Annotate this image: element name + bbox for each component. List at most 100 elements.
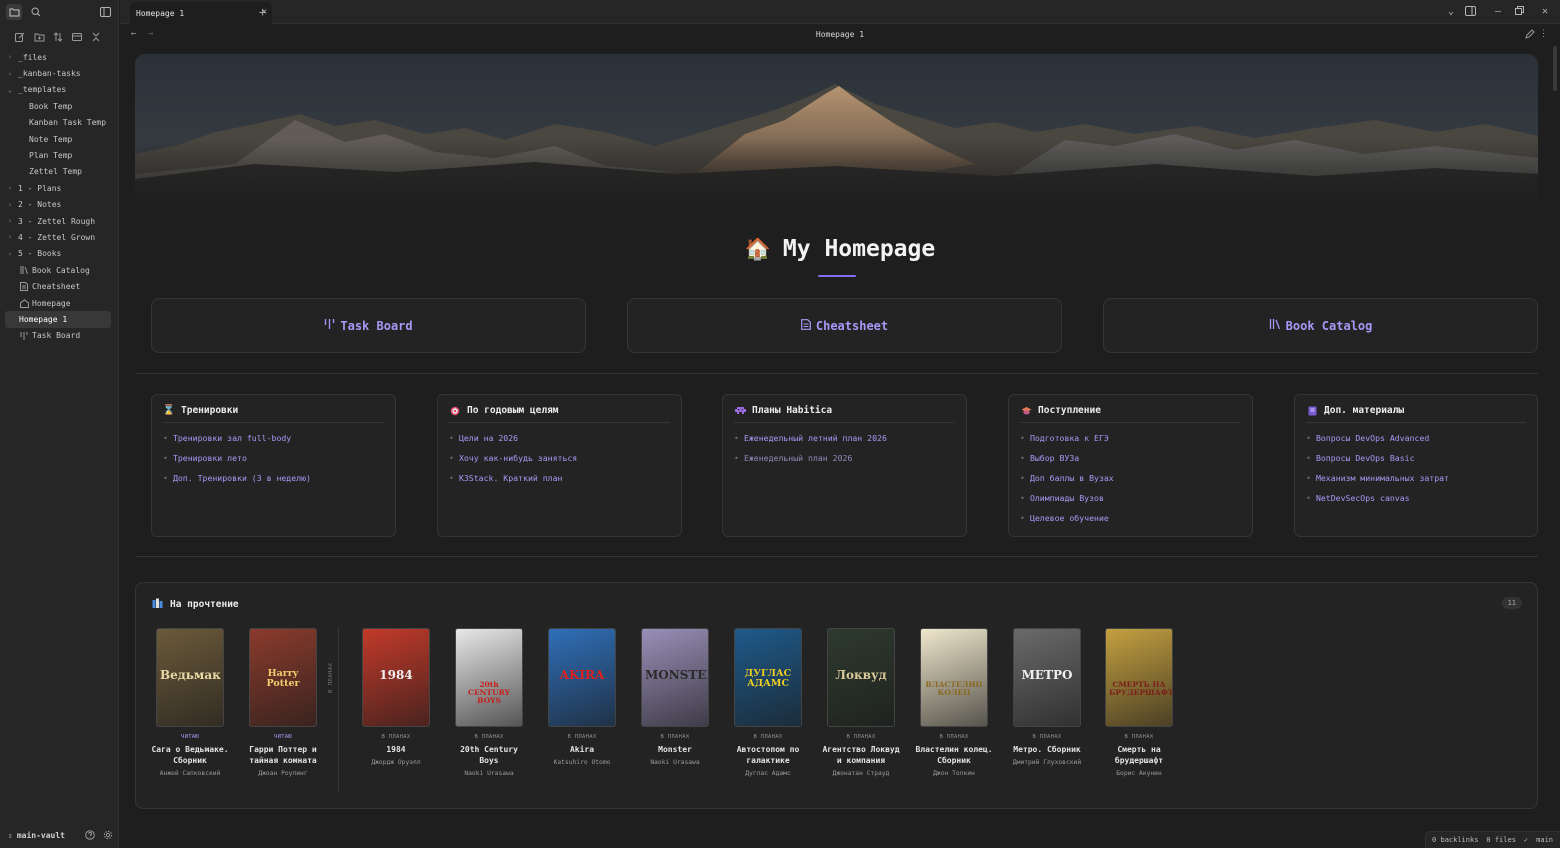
tree-file-homepage-1[interactable]: Homepage 1 (5, 311, 111, 328)
tree-folder-kanban-tasks[interactable]: › _kanban-tasks (5, 65, 111, 81)
right-sidebar-toggle-icon[interactable] (1465, 6, 1476, 19)
book-title[interactable]: Смерть на брудершафт (1099, 744, 1179, 766)
list-item[interactable]: • Механизм минимальных затрат (1306, 473, 1526, 493)
book-cover[interactable]: МЕТРО (1013, 628, 1081, 727)
new-tab-plus-icon[interactable]: + (259, 5, 266, 19)
tree-folder-zettel-grown[interactable]: › 4 - Zettel Grown (5, 229, 111, 245)
git-branch[interactable]: main (1536, 836, 1553, 844)
view-title[interactable]: Homepage 1 (120, 30, 1560, 39)
book-card[interactable]: Harry Potter ЧИТАЮ Гарри Поттер и тайная к… (243, 628, 323, 778)
book-status: ЧИТАЮ (273, 734, 293, 740)
tree-folder-templates[interactable]: ⌄ _templates (5, 82, 111, 98)
tree-folder-plans[interactable]: › 1 - Plans (5, 180, 111, 196)
list-item[interactable]: • Олимпиады Вузов (1020, 493, 1241, 513)
new-folder-icon[interactable] (31, 29, 47, 45)
tree-folder-files[interactable]: › _files (5, 49, 111, 65)
book-title[interactable]: Monster (635, 744, 715, 755)
book-cover[interactable]: 20th CENTURY BOYS (455, 628, 523, 727)
book-cover[interactable]: Ведьмак (156, 628, 224, 727)
book-cover[interactable]: MONSTER (641, 628, 709, 727)
list-item[interactable]: • K3Stack. Краткий план (449, 473, 670, 493)
tab-homepage-1[interactable]: Homepage 1 ✕ (130, 2, 272, 24)
tab-list-chevron-icon[interactable]: ⌄ (1448, 6, 1454, 17)
book-card[interactable]: Ведьмак ЧИТАЮ Сага о Ведьмаке. Сборник Анже… (150, 628, 230, 778)
book-card[interactable]: AKIRA В ПЛАНАХ Akira Katsuhiro Otomo (542, 628, 622, 767)
tree-folder-notes[interactable]: › 2 - Notes (5, 197, 111, 213)
chevron-down-icon: ⌄ (7, 85, 13, 94)
list-item[interactable]: • Целевое обучение (1020, 513, 1241, 533)
book-title[interactable]: Метро. Сборник (1007, 744, 1087, 755)
tree-file-cheatsheet[interactable]: Cheatsheet (5, 278, 111, 294)
list-item[interactable]: • Цели на 2026 (449, 433, 670, 453)
collapse-all-icon[interactable] (88, 29, 104, 45)
book-title[interactable]: 1984 (356, 744, 436, 755)
new-note-icon[interactable] (12, 29, 28, 45)
folder-icon[interactable] (6, 4, 22, 20)
list-item[interactable]: • Еженедельный летний план 2026 (734, 433, 955, 453)
book-cover[interactable]: Локвуд (827, 628, 895, 727)
close-window-icon[interactable]: ✕ (1542, 6, 1548, 17)
tree-file-task-board[interactable]: Task Board (5, 328, 111, 344)
files-count[interactable]: 0 files (1486, 836, 1516, 844)
book-cover[interactable]: ВЛАСТЕЛИН КОЛЕЦ (920, 628, 988, 727)
book-card[interactable]: 1984 В ПЛАНАХ 1984 Джордж Оруэлл (356, 628, 436, 767)
tree-file-book-temp[interactable]: Book Temp (5, 98, 111, 114)
list-item[interactable]: • Хочу как-нибудь заняться (449, 453, 670, 473)
search-icon[interactable] (28, 4, 44, 20)
tree-file-kanban-task-temp[interactable]: Kanban Task Temp (5, 115, 111, 131)
list-item[interactable]: • Вопросы DevOps Advanced (1306, 433, 1526, 453)
book-title[interactable]: Гарри Поттер и тайная комната (243, 744, 323, 766)
tree-folder-books[interactable]: › 5 - Books (5, 246, 111, 262)
cheatsheet-button[interactable]: Cheatsheet (627, 298, 1062, 353)
tree-file-book-catalog[interactable]: Book Catalog (5, 262, 111, 278)
vault-name[interactable]: main-vault (17, 831, 65, 840)
book-title[interactable]: Akira (542, 744, 622, 755)
sidebar-toggle-icon[interactable] (97, 4, 113, 20)
book-title[interactable]: Агентство Локвуд и компания (821, 744, 901, 766)
tree-file-homepage[interactable]: Homepage (5, 295, 111, 311)
edit-pencil-icon[interactable] (1525, 29, 1535, 42)
book-cover[interactable]: 1984 (362, 628, 430, 727)
help-icon[interactable] (83, 828, 97, 842)
book-status: В ПЛАНАХ (939, 734, 969, 740)
list-item[interactable]: • Тренировки лето (163, 453, 384, 473)
list-item[interactable]: • Доп. Тренировки (3 в неделю) (163, 473, 384, 493)
task-board-button[interactable]: Task Board (151, 298, 586, 353)
scrollbar[interactable] (1553, 46, 1557, 91)
minimize-icon[interactable]: — (1495, 6, 1501, 17)
book-card[interactable]: МЕТРО В ПЛАНАХ Метро. Сборник Дмитрий Глухо… (1007, 628, 1087, 767)
list-item[interactable]: • NetDevSecOps canvas (1306, 493, 1526, 513)
book-card[interactable]: 20th CENTURY BOYS В ПЛАНАХ 20th Century Bo… (449, 628, 529, 778)
settings-gear-icon[interactable] (101, 828, 115, 842)
list-item[interactable]: • Подготовка к ЕГЭ (1020, 433, 1241, 453)
list-item[interactable]: • Выбор ВУЗа (1020, 453, 1241, 473)
book-cover[interactable]: Harry Potter (249, 628, 317, 727)
tree-file-zettel-temp[interactable]: Zettel Temp (5, 164, 111, 180)
book-cover[interactable]: СМЕРТЬ НА БРУДЕРШАФТ (1105, 628, 1173, 727)
tree-file-note-temp[interactable]: Note Temp (5, 131, 111, 147)
backlinks-count[interactable]: 0 backlinks (1432, 836, 1478, 844)
book-cover[interactable]: AKIRA (548, 628, 616, 727)
list-item[interactable]: • Вопросы DevOps Basic (1306, 453, 1526, 473)
restore-window-icon[interactable] (1515, 6, 1524, 18)
book-title[interactable]: Властелин колец. Сборник (914, 744, 994, 766)
book-title[interactable]: Автостопом по галактике (728, 744, 808, 766)
list-item[interactable]: • Еженедельный план 2026 (734, 453, 955, 473)
list-item[interactable]: • Доп баллы в Вузах (1020, 473, 1241, 493)
book-card[interactable]: MONSTER В ПЛАНАХ Monster Naoki Urasawa (635, 628, 715, 767)
book-title[interactable]: 20th Century Boys (449, 744, 529, 766)
book-catalog-button[interactable]: Book Catalog (1103, 298, 1538, 353)
more-options-icon[interactable]: ⋮ (1539, 29, 1548, 39)
book-card[interactable]: ВЛАСТЕЛИН КОЛЕЦ В ПЛАНАХ Властелин колец. … (914, 628, 994, 778)
tree-file-plan-temp[interactable]: Plan Temp (5, 147, 111, 163)
book-cover[interactable]: ДУГЛАС АДАМС (734, 628, 802, 727)
chevron-updown-icon[interactable]: ⇕ (8, 831, 13, 840)
auto-reveal-icon[interactable] (69, 29, 85, 45)
book-card[interactable]: Локвуд В ПЛАНАХ Агентство Локвуд и компани… (821, 628, 901, 778)
book-card[interactable]: ДУГЛАС АДАМС В ПЛАНАХ Автостопом по галакт… (728, 628, 808, 778)
book-card[interactable]: СМЕРТЬ НА БРУДЕРШАФТ В ПЛАНАХ Смерть на бр… (1099, 628, 1179, 778)
list-item[interactable]: • Тренировки зал full-body (163, 433, 384, 453)
book-title[interactable]: Сага о Ведьмаке. Сборник (150, 744, 230, 766)
tree-folder-zettel-rough[interactable]: › 3 - Zettel Rough (5, 213, 111, 229)
sort-icon[interactable] (50, 29, 66, 45)
